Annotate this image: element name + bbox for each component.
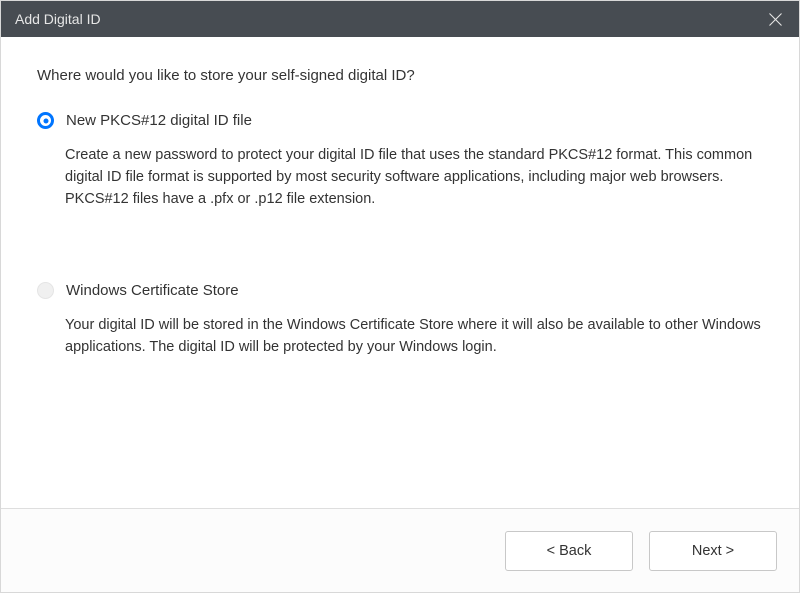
option-pkcs12-description: Create a new password to protect your di… [37, 145, 763, 210]
radio-pkcs12[interactable] [37, 112, 54, 129]
dialog-content: Where would you like to store your self-… [1, 37, 799, 359]
option-windows-store-description: Your digital ID will be stored in the Wi… [37, 315, 763, 359]
option-pkcs12: New PKCS#12 digital ID file Create a new… [37, 112, 763, 210]
prompt-text: Where would you like to store your self-… [37, 67, 763, 84]
option-pkcs12-label: New PKCS#12 digital ID file [66, 112, 252, 129]
option-pkcs12-header[interactable]: New PKCS#12 digital ID file [37, 112, 763, 129]
option-windows-store: Windows Certificate Store Your digital I… [37, 282, 763, 359]
radio-windows-store[interactable] [37, 282, 54, 299]
close-button[interactable] [751, 1, 799, 37]
next-button[interactable]: Next > [649, 531, 777, 571]
window-title: Add Digital ID [15, 11, 101, 27]
close-icon [769, 13, 782, 26]
option-windows-store-label: Windows Certificate Store [66, 282, 239, 299]
titlebar: Add Digital ID [1, 1, 799, 37]
back-button[interactable]: < Back [505, 531, 633, 571]
footer: < Back Next > [1, 508, 799, 592]
option-windows-store-header[interactable]: Windows Certificate Store [37, 282, 763, 299]
